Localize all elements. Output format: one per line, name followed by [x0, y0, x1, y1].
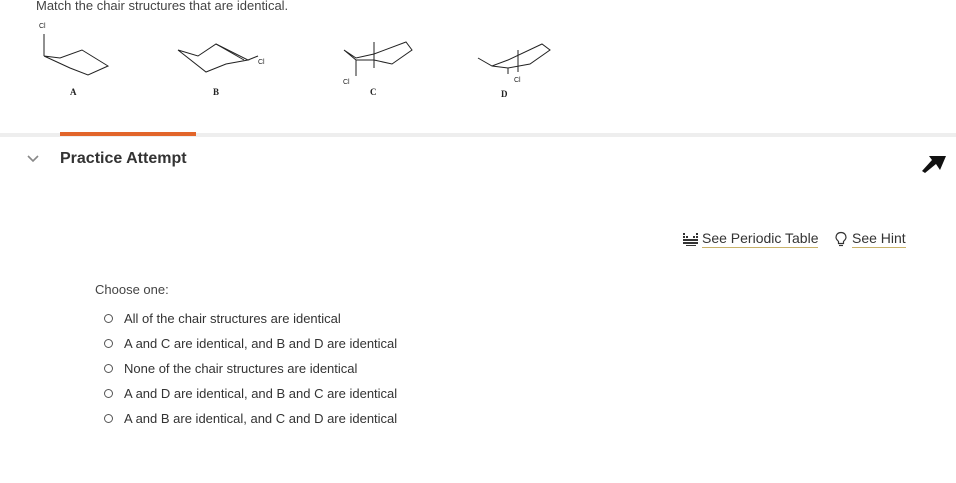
chair-b	[177, 43, 259, 73]
option-text: None of the chair structures are identic…	[124, 361, 358, 376]
chair-structures-svg: Cl Cl Cl Cl A B C D	[39, 23, 551, 99]
cl-label-d: Cl	[514, 77, 521, 84]
option-text: A and B are identical, and C and D are i…	[124, 411, 398, 426]
option-3[interactable]: None of the chair structures are identic…	[104, 356, 397, 381]
see-periodic-table-link[interactable]: See Periodic Table	[683, 230, 819, 248]
hint-label: See Hint	[852, 230, 906, 248]
chair-d	[477, 43, 551, 74]
pin-icon[interactable]	[919, 148, 949, 174]
question-prompt: Match the chair structures that are iden…	[36, 0, 289, 13]
radio-button[interactable]	[104, 364, 113, 373]
radio-button[interactable]	[104, 414, 113, 423]
option-text: All of the chair structures are identica…	[124, 311, 341, 326]
lightbulb-icon	[835, 231, 847, 247]
option-2[interactable]: A and C are identical, and B and D are i…	[104, 331, 397, 356]
cl-label-a: Cl	[39, 23, 46, 30]
active-tab-indicator	[60, 132, 196, 136]
chair-a	[43, 34, 110, 76]
chair-c	[343, 41, 413, 76]
periodic-table-icon	[683, 232, 698, 246]
radio-button[interactable]	[104, 339, 113, 348]
chevron-down-icon[interactable]	[26, 154, 40, 164]
option-1[interactable]: All of the chair structures are identica…	[104, 306, 397, 331]
chair-structures-figure: Cl Cl Cl Cl A B C D	[30, 20, 590, 106]
option-text: A and D are identical, and B and C are i…	[124, 386, 398, 401]
cl-label-c: Cl	[343, 79, 350, 86]
structure-label-c: C	[370, 87, 377, 97]
structure-label-d: D	[501, 89, 508, 99]
choose-one-label: Choose one:	[95, 282, 169, 297]
periodic-table-label: See Periodic Table	[702, 230, 819, 248]
answer-options: All of the chair structures are identica…	[104, 306, 397, 431]
radio-button[interactable]	[104, 389, 113, 398]
radio-button[interactable]	[104, 314, 113, 323]
cl-label-b: Cl	[258, 59, 265, 66]
option-text: A and C are identical, and B and D are i…	[124, 336, 398, 351]
structure-label-a: A	[70, 87, 77, 97]
option-4[interactable]: A and D are identical, and B and C are i…	[104, 381, 397, 406]
structure-label-b: B	[213, 87, 219, 97]
option-5[interactable]: A and B are identical, and C and D are i…	[104, 406, 397, 431]
see-hint-link[interactable]: See Hint	[834, 230, 906, 248]
section-title[interactable]: Practice Attempt	[60, 150, 187, 168]
